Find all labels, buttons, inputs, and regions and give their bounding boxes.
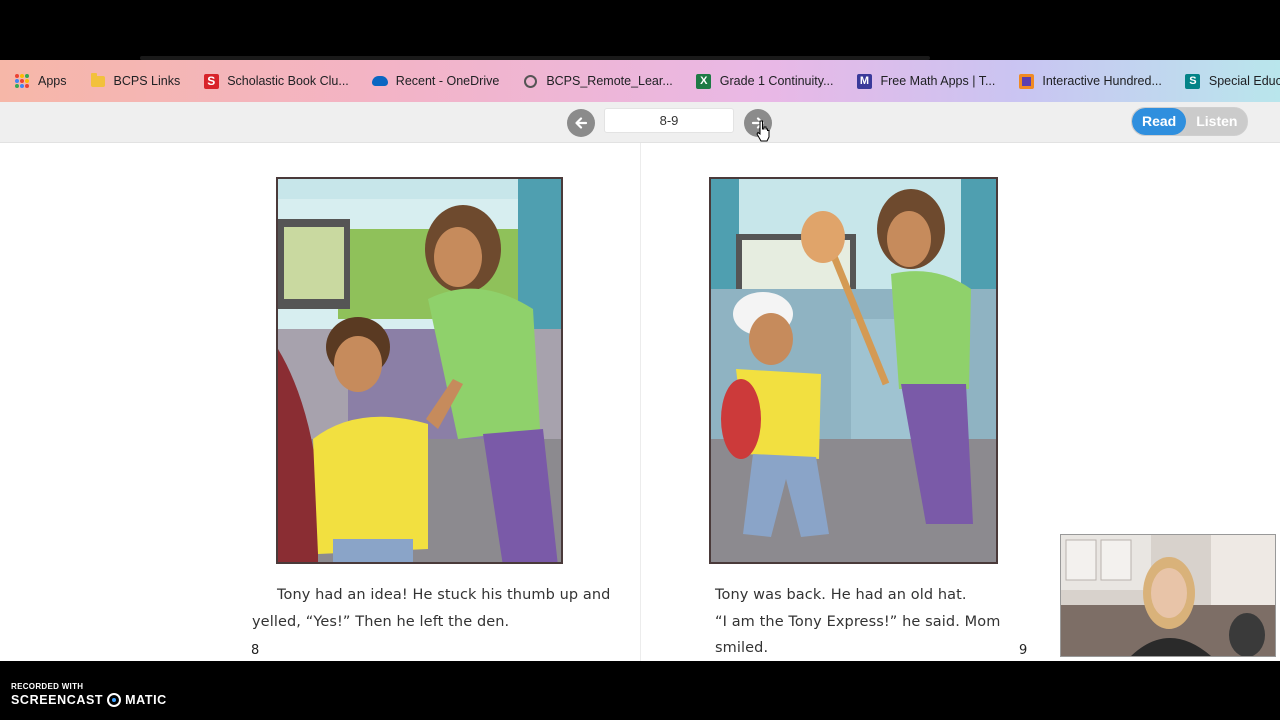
left-page-number: 8	[251, 643, 260, 658]
bookmark-label: Apps	[38, 74, 67, 88]
left-text-line-2: yelled, “Yes!” Then he left the den.	[252, 613, 510, 630]
excel-icon: X	[696, 73, 712, 89]
read-mode-button[interactable]: Read	[1132, 108, 1187, 135]
page-gutter	[640, 143, 641, 661]
record-dot-icon	[107, 693, 122, 707]
bookmark-bcps-remote[interactable]: BCPS_Remote_Lear...	[508, 67, 681, 95]
bookmark-label: Scholastic Book Clu...	[227, 74, 349, 88]
bookmarks-bar: Apps BCPS Links S Scholastic Book Clu...…	[0, 60, 1280, 102]
onedrive-icon	[371, 73, 388, 89]
left-page-text: Tony had an idea! He stuck his thumb up …	[252, 582, 612, 635]
listen-mode-button[interactable]: Listen	[1186, 108, 1248, 135]
scholastic-icon: S	[203, 73, 219, 89]
bookmark-label: Recent - OneDrive	[395, 74, 500, 88]
bottom-letterbox	[0, 661, 1280, 720]
right-page-illustration	[709, 177, 998, 564]
right-text-line-2: “I am the Tony Express!” he said. Mom sm…	[715, 613, 1001, 657]
presenter-video	[1061, 535, 1275, 656]
top-letterbox	[0, 0, 1280, 60]
watermark-left: SCREENCAST	[11, 693, 104, 707]
bookmark-label: BCPS_Remote_Lear...	[546, 74, 673, 88]
webcam-overlay	[1060, 534, 1276, 657]
bookmark-onedrive[interactable]: Recent - OneDrive	[358, 67, 509, 95]
sharepoint-icon: S	[1185, 73, 1201, 89]
bookmark-bcps-links[interactable]: BCPS Links	[76, 67, 190, 95]
hundred-chart-icon	[1018, 73, 1034, 89]
folder-icon	[90, 72, 106, 89]
bookmark-label: Special Education S...	[1208, 74, 1280, 88]
bookmark-scholastic[interactable]: S Scholastic Book Clu...	[189, 67, 358, 95]
screencast-matic-watermark: SCREENCAST MATIC	[11, 693, 167, 707]
right-page-number: 9	[1019, 643, 1028, 658]
bookmark-label: BCPS Links	[113, 74, 181, 88]
illustration-tony-thumbs-up	[278, 179, 561, 562]
left-text-line-1: Tony had an idea! He stuck his thumb up …	[277, 587, 611, 603]
math-apps-icon: M	[857, 73, 873, 89]
arrow-left-icon	[575, 117, 588, 129]
bookmark-math-apps[interactable]: M Free Math Apps | T...	[843, 67, 1005, 95]
illustration-tony-hobby-horse	[711, 179, 996, 562]
page-number-field[interactable]: 8-9	[604, 108, 734, 133]
watermark-caption: RECORDED WITH	[11, 682, 84, 691]
apps-grid-icon	[14, 73, 30, 89]
mouse-cursor-icon	[756, 120, 770, 142]
bookmark-hundred-chart[interactable]: Interactive Hundred...	[1004, 67, 1171, 95]
globe-icon	[522, 73, 538, 89]
bookmark-label: Interactive Hundred...	[1042, 74, 1162, 88]
left-page-illustration	[276, 177, 563, 564]
bookmark-special-ed[interactable]: S Special Education S...	[1171, 67, 1280, 95]
bookmark-label: Free Math Apps | T...	[880, 74, 996, 88]
bookmark-label: Grade 1 Continuity...	[719, 74, 834, 88]
bookmark-grade1[interactable]: X Grade 1 Continuity...	[682, 67, 843, 95]
right-text-line-1: Tony was back. He had an old hat.	[715, 587, 967, 603]
right-page-text: Tony was back. He had an old hat. “I am …	[715, 582, 1035, 662]
bookmark-apps[interactable]: Apps	[0, 67, 76, 95]
read-listen-toggle: Read Listen	[1131, 107, 1249, 136]
previous-page-button[interactable]	[567, 109, 595, 137]
watermark-right: MATIC	[125, 693, 167, 707]
